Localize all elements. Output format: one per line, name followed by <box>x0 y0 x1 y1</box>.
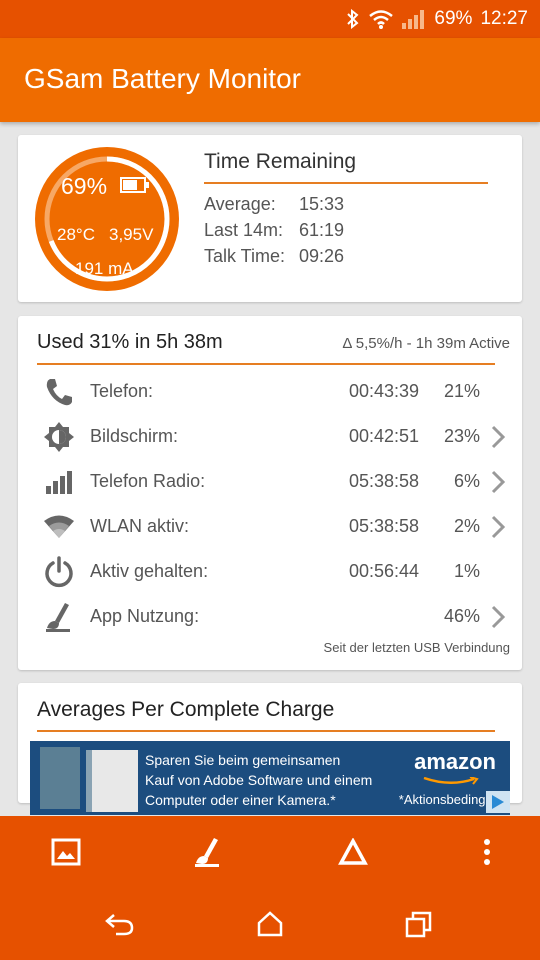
back-icon <box>105 914 134 936</box>
chevron-right-icon[interactable] <box>488 604 508 630</box>
home-icon <box>257 911 283 937</box>
delta-icon <box>338 838 368 865</box>
average-value: 15:33 <box>299 194 345 214</box>
last-14m-value: 61:19 <box>299 220 345 240</box>
usage-row-percent: 1% <box>453 561 480 581</box>
app-usage-icon <box>195 838 219 867</box>
averages-title: Averages Per Complete Charge <box>37 698 335 721</box>
ad-line-3: Computer oder einer Kamera.* <box>145 792 336 808</box>
wifi-icon <box>42 511 76 543</box>
usage-subtitle: Δ 5,5%/h - 1h 39m Active <box>342 335 510 352</box>
app-title: GSam Battery Monitor <box>24 63 301 94</box>
usage-row-percent: 2% <box>453 516 480 536</box>
app-bar: GSam Battery Monitor <box>0 38 540 122</box>
image-icon <box>51 838 81 866</box>
average-label: Average: <box>204 194 276 214</box>
chevron-right-icon[interactable] <box>488 424 508 450</box>
chevron-right-icon[interactable] <box>488 469 508 495</box>
usage-row-time: 05:38:58 <box>349 516 420 536</box>
usage-row-label: Aktiv gehalten: <box>90 561 209 581</box>
usage-row-label: Telefon Radio: <box>90 471 206 491</box>
signal-icon <box>402 9 426 29</box>
usage-row-aktiv-gehalten[interactable]: Aktiv gehalten: 00:56:44 1% <box>18 550 522 594</box>
usage-row-wlan[interactable]: WLAN aktiv: 05:38:58 2% <box>18 505 522 549</box>
usage-row-app-nutzung[interactable]: App Nutzung: 46% <box>18 595 522 639</box>
ad-note: *Aktionsbedingun <box>398 792 500 807</box>
delta-button[interactable] <box>331 830 375 874</box>
usage-card: Used 31% in 5h 38m Δ 5,5%/h - 1h 39m Act… <box>18 316 522 670</box>
usage-row-label: Bildschirm: <box>90 426 179 446</box>
usage-row-label: Telefon: <box>90 381 154 401</box>
last-14m-label: Last 14m: <box>204 220 284 240</box>
gauge-current: 191 mA <box>75 259 134 278</box>
usage-row-telefon-radio[interactable]: Telefon Radio: 05:38:58 6% <box>18 460 522 504</box>
recents-icon <box>405 911 432 938</box>
usage-row-label: WLAN aktiv: <box>90 516 190 536</box>
time-remaining-title: Time Remaining <box>204 150 357 173</box>
usage-row-time: 00:42:51 <box>349 426 420 446</box>
usage-row-label: App Nutzung: <box>90 606 200 626</box>
talk-time-label: Talk Time: <box>204 246 286 266</box>
usage-divider <box>37 363 495 365</box>
power-icon <box>42 556 76 588</box>
ad-choices-icon[interactable] <box>486 791 510 813</box>
status-time: 12:27 <box>480 8 528 29</box>
usage-row-time: 00:43:39 <box>349 381 420 401</box>
usage-row-percent: 21% <box>443 381 480 401</box>
chevron-right-icon[interactable] <box>488 514 508 540</box>
battery-icon <box>120 176 150 199</box>
status-battery-text: 69% <box>434 8 473 29</box>
recents-button[interactable] <box>397 902 441 946</box>
app-usage-button[interactable] <box>186 830 230 874</box>
usage-row-telefon[interactable]: Telefon: 00:43:39 21% <box>18 370 522 414</box>
ad-product-image <box>40 747 80 809</box>
usage-row-bildschirm[interactable]: Bildschirm: 00:42:51 23% <box>18 415 522 459</box>
home-button[interactable] <box>248 902 292 946</box>
gauge-percent: 69% <box>61 173 108 199</box>
bluetooth-icon <box>346 9 360 29</box>
status-bar: 69% 12:27 <box>0 0 540 38</box>
time-remaining-divider <box>204 182 488 184</box>
usage-row-time: 00:56:44 <box>349 561 420 581</box>
signal-bars-icon <box>42 466 76 498</box>
usage-title: Used 31% in 5h 38m <box>37 331 223 353</box>
ad-text: Sparen Sie beim gemeinsamen Kauf von Ado… <box>145 750 372 810</box>
phone-icon <box>42 376 76 408</box>
usage-row-percent: 46% <box>443 606 480 626</box>
ad-brand-logo: amazon <box>414 749 496 774</box>
brightness-icon <box>42 421 76 453</box>
back-button[interactable] <box>98 902 142 946</box>
app-usage-icon <box>42 601 76 633</box>
ad-banner[interactable]: Sparen Sie beim gemeinsamen Kauf von Ado… <box>30 741 510 815</box>
amazon-smile-icon <box>423 777 479 785</box>
image-button[interactable] <box>44 830 88 874</box>
usage-row-time: 05:38:58 <box>349 471 420 491</box>
battery-gauge: 69% 28°C 3,95V 191 mA <box>35 147 179 291</box>
ad-line-1: Sparen Sie beim gemeinsamen <box>145 752 341 768</box>
talk-time-value: 09:26 <box>299 246 345 266</box>
overflow-menu-button[interactable] <box>465 830 509 874</box>
gauge-voltage: 3,95V <box>109 225 154 244</box>
battery-summary-card[interactable]: 69% 28°C 3,95V 191 mA Time Remaining Ave… <box>18 135 522 302</box>
ad-product-image <box>86 750 138 812</box>
overflow-menu-icon <box>484 839 490 865</box>
wifi-icon <box>368 9 394 29</box>
averages-divider <box>37 730 495 732</box>
usage-footnote: Seit der letzten USB Verbindung <box>323 640 510 655</box>
gauge-temperature: 28°C <box>57 225 95 244</box>
usage-row-percent: 23% <box>443 426 480 446</box>
ad-line-2: Kauf von Adobe Software und einem <box>145 772 373 788</box>
bottom-toolbar <box>0 816 540 960</box>
usage-row-percent: 6% <box>453 471 480 491</box>
